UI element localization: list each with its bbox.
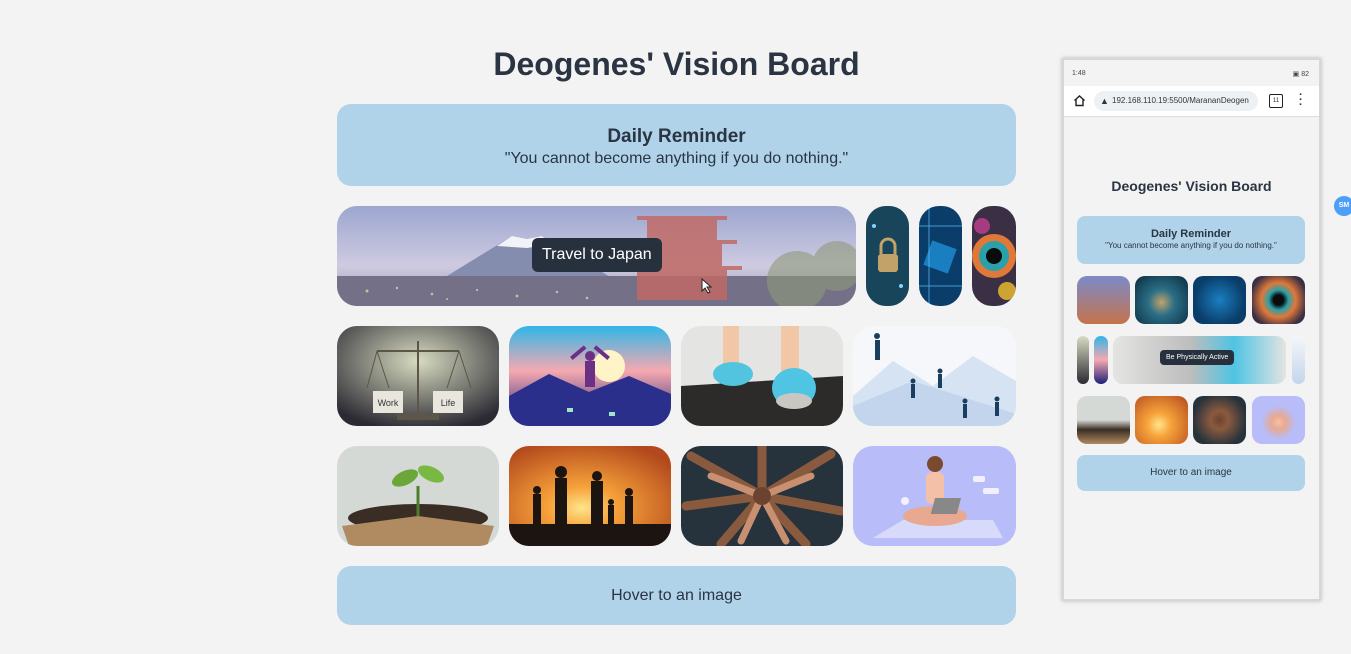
url-field[interactable]: ▲ 192.168.110.19:5500/MarananDeogen	[1094, 91, 1258, 111]
image-colorful-eye[interactable]	[972, 206, 1016, 306]
url-text: 192.168.110.19:5500/MarananDeogen	[1112, 96, 1249, 105]
mobile-image-tooltip: Be Physically Active	[1160, 350, 1235, 365]
image-mountain-climbers[interactable]	[853, 326, 1016, 426]
mobile-hover-caption: Hover to an image	[1077, 455, 1305, 491]
image-blue-chip[interactable]	[919, 206, 962, 306]
mobile-image-hands[interactable]	[1193, 396, 1246, 444]
image-meditation[interactable]	[853, 446, 1016, 546]
mobile-reminder-heading: Daily Reminder	[1150, 228, 1232, 240]
image-sprout-on-book[interactable]	[337, 446, 499, 546]
mobile-image-colorful-eye[interactable]	[1252, 276, 1305, 324]
tabs-count: 11	[1272, 98, 1280, 104]
mobile-reminder-quote: "You cannot become anything if you do no…	[1105, 241, 1277, 250]
mobile-image-sprout[interactable]	[1077, 396, 1130, 444]
mobile-image-japan[interactable]	[1077, 276, 1130, 324]
mobile-image-work-life[interactable]	[1077, 336, 1089, 384]
mobile-image-padlock[interactable]	[1135, 276, 1188, 324]
image-running-shoes[interactable]	[681, 326, 843, 426]
mobile-page-title: Deogenes' Vision Board	[1111, 178, 1272, 194]
page-title: Deogenes' Vision Board	[493, 46, 860, 82]
mobile-preview: 1:48 ▣ 82 ▲ 192.168.110.19:5500/MarananD…	[1062, 58, 1321, 601]
image-breaking-chains[interactable]	[509, 326, 671, 426]
scale-label-life: Life	[441, 398, 456, 408]
mobile-image-family[interactable]	[1135, 396, 1188, 444]
mobile-image-climbers[interactable]	[1292, 336, 1305, 384]
reminder-quote: "You cannot become anything if you do no…	[504, 150, 849, 167]
status-time: 1:48	[1072, 70, 1086, 77]
mobile-image-meditation[interactable]	[1252, 396, 1305, 444]
mobile-image-blue-chip[interactable]	[1193, 276, 1246, 324]
hover-caption: Hover to an image	[337, 566, 1016, 625]
more-menu-icon[interactable]: · · ·	[1299, 90, 1303, 111]
image-hands-together[interactable]	[681, 446, 843, 546]
mouse-cursor-icon	[701, 278, 713, 294]
battery-indicator: ▣ 82	[1292, 71, 1309, 78]
mobile-image-chains[interactable]	[1094, 336, 1108, 384]
extension-badge[interactable]: SM	[1334, 196, 1351, 216]
daily-reminder-card: Daily Reminder "You cannot become anythi…	[337, 104, 1016, 186]
mobile-reminder-card: Daily Reminder "You cannot become anythi…	[1077, 216, 1305, 264]
tabs-button[interactable]: 11	[1269, 94, 1283, 108]
image-tooltip: Travel to Japan	[532, 238, 662, 272]
image-work-life-balance[interactable]: Work Life	[337, 326, 499, 426]
warning-icon: ▲	[1100, 96, 1109, 106]
scale-label-work: Work	[378, 398, 399, 408]
home-icon[interactable]	[1073, 94, 1086, 107]
image-padlock[interactable]	[866, 206, 909, 306]
reminder-heading: Daily Reminder	[607, 126, 746, 147]
image-family-sunset[interactable]	[509, 446, 671, 546]
browser-toolbar: ▲ 192.168.110.19:5500/MarananDeogen 11 ·…	[1064, 86, 1319, 117]
